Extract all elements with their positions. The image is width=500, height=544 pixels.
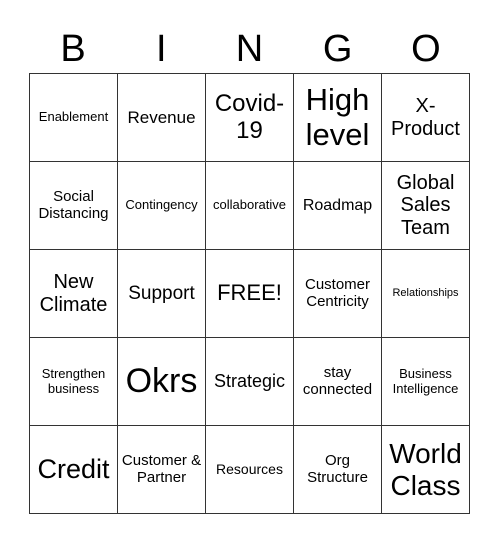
bingo-header: B I N G O bbox=[29, 26, 470, 72]
bingo-cell[interactable]: Strengthen business bbox=[30, 338, 118, 426]
bingo-cell[interactable]: Contingency bbox=[118, 162, 206, 250]
bingo-cell[interactable]: Revenue bbox=[118, 74, 206, 162]
free-space-cell[interactable]: FREE! bbox=[206, 250, 294, 338]
bingo-cell[interactable]: Okrs bbox=[118, 338, 206, 426]
bingo-cell[interactable]: World Class bbox=[382, 426, 470, 514]
bingo-cell[interactable]: Customer & Partner bbox=[118, 426, 206, 514]
bingo-cell[interactable]: Roadmap bbox=[294, 162, 382, 250]
bingo-cell[interactable]: Global Sales Team bbox=[382, 162, 470, 250]
bingo-cell[interactable]: Support bbox=[118, 250, 206, 338]
header-letter-o: O bbox=[411, 28, 441, 70]
header-letter-g: G bbox=[322, 28, 353, 70]
bingo-cell[interactable]: Business Intelligence bbox=[382, 338, 470, 426]
bingo-cell[interactable]: High level bbox=[294, 74, 382, 162]
bingo-cell[interactable]: Resources bbox=[206, 426, 294, 514]
bingo-cell[interactable]: New Climate bbox=[30, 250, 118, 338]
bingo-cell[interactable]: Enablement bbox=[30, 74, 118, 162]
header-letter-b: B bbox=[60, 28, 86, 70]
bingo-cell[interactable]: Covid-19 bbox=[206, 74, 294, 162]
bingo-cell[interactable]: X-Product bbox=[382, 74, 470, 162]
bingo-cell[interactable]: collaborative bbox=[206, 162, 294, 250]
bingo-grid: Enablement Revenue Covid-19 High level X-Pro… bbox=[29, 73, 470, 514]
bingo-cell[interactable]: Org Structure bbox=[294, 426, 382, 514]
bingo-cell[interactable]: Credit bbox=[30, 426, 118, 514]
bingo-cell[interactable]: Strategic bbox=[206, 338, 294, 426]
bingo-cell[interactable]: Relationships bbox=[382, 250, 470, 338]
bingo-cell[interactable]: stay connected bbox=[294, 338, 382, 426]
header-letter-n: N bbox=[235, 28, 264, 70]
header-letter-i: I bbox=[156, 28, 167, 70]
bingo-cell[interactable]: Customer Centricity bbox=[294, 250, 382, 338]
bingo-cell[interactable]: Social Distancing bbox=[30, 162, 118, 250]
